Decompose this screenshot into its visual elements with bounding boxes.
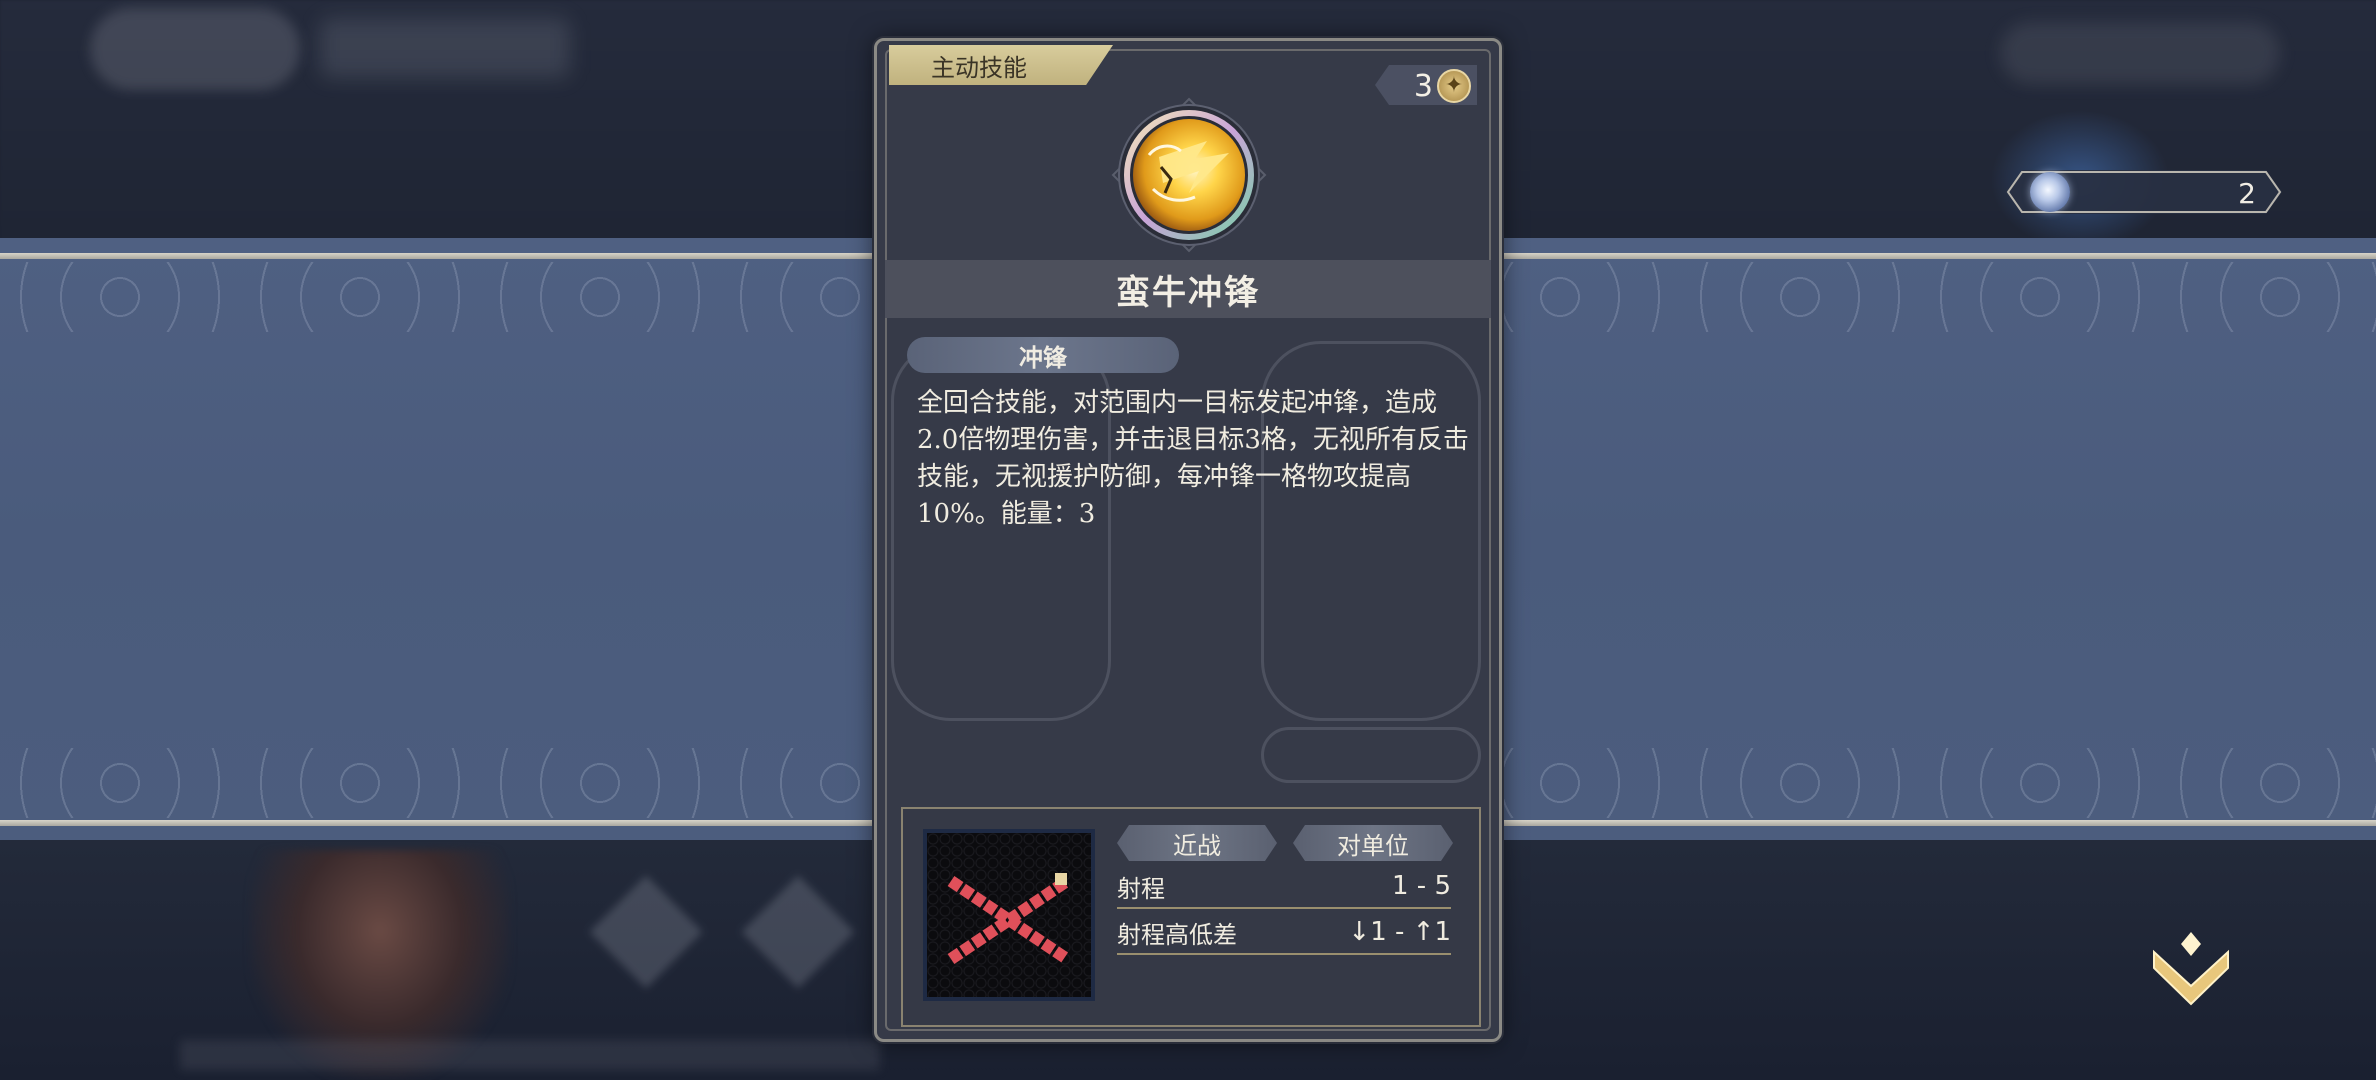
- stat-row-height-diff: 射程高低差 ↓1 - ↑1: [1117, 911, 1451, 955]
- charging-bull-lightning-icon: [1111, 97, 1267, 253]
- target-type-chip: 对单位: [1293, 825, 1453, 861]
- stat-label: 射程高低差: [1117, 920, 1237, 949]
- stat-row-range: 射程 1 - 5: [1117, 865, 1451, 909]
- stat-value: 1 - 5: [1392, 871, 1451, 901]
- title-blurred: [320, 18, 570, 78]
- skill-point-counter: 2: [2006, 170, 2282, 214]
- chevron-down-icon[interactable]: [2146, 924, 2236, 1014]
- skill-tag: 冲锋: [907, 337, 1179, 373]
- skill-description: 全回合技能，对范围内一目标发起冲锋，造成2.0倍物理伤害，并击退目标3格，无视所…: [917, 388, 1469, 529]
- back-button-blurred: [90, 8, 300, 90]
- skill-type-tab: 主动技能: [889, 45, 1113, 85]
- attack-type-chip: 近战: [1117, 825, 1277, 861]
- currency-blurred: [2000, 22, 2280, 84]
- cost-value: 3: [1413, 69, 1433, 104]
- counter-value: 2: [2238, 177, 2256, 210]
- star-coin-icon: ✦: [1437, 69, 1471, 103]
- stat-label: 射程: [1117, 874, 1165, 903]
- skill-stats-panel: 近战 对单位 射程 1 - 5 射程高低差 ↓1 - ↑1: [901, 807, 1481, 1027]
- stat-value: ↓1 - ↑1: [1348, 917, 1451, 947]
- range-pattern-grid: [923, 829, 1095, 1001]
- orb-icon: [2030, 172, 2070, 212]
- skill-name: 蛮牛冲锋: [885, 260, 1491, 318]
- skill-detail-card: 主动技能 3 ✦ 蛮牛冲锋 冲锋 全回合技能，对范围内一目标发起冲锋，造成2.0…: [874, 38, 1502, 1042]
- bottom-strip-blurred: [180, 1040, 880, 1070]
